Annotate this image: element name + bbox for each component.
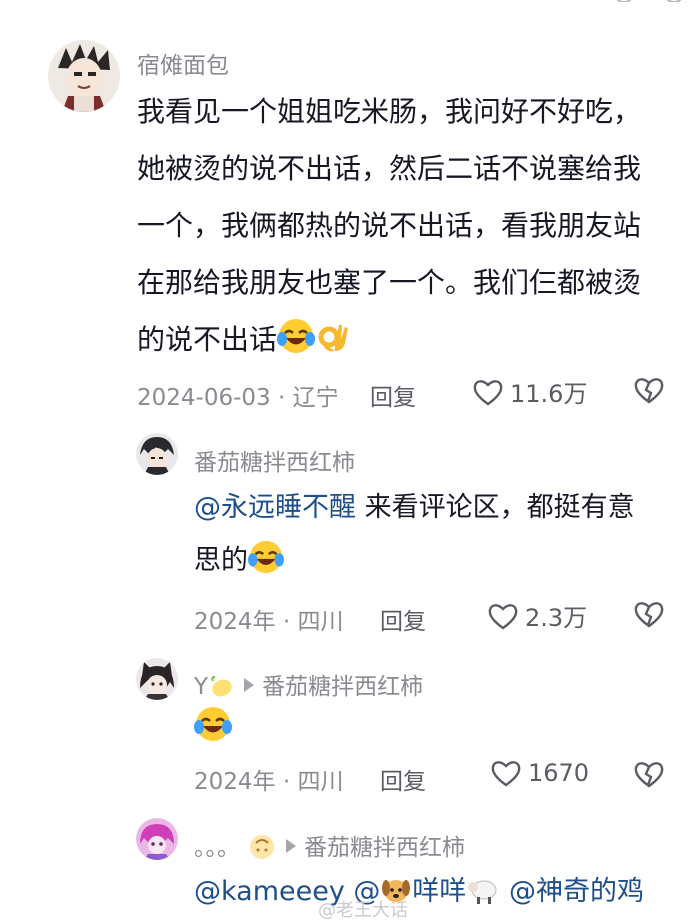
dislike-broken-heart-icon[interactable]	[633, 759, 665, 793]
lemon-emoji	[208, 674, 234, 706]
reply-button[interactable]: 回复	[380, 762, 426, 796]
like-count: 1670	[528, 759, 590, 787]
heart-icon	[491, 761, 521, 787]
reply-username[interactable]: Y 番茄糖拌西红柿	[194, 667, 423, 706]
comment-line: 一个，我俩都热的说不出话，看我朋友站	[137, 209, 642, 242]
laughing-crying-emoji	[277, 317, 316, 374]
dislike-broken-heart-icon[interactable]	[633, 375, 665, 409]
like-button[interactable]: 2.3万	[487, 598, 587, 633]
avatar[interactable]	[136, 818, 178, 860]
laughing-crying-emoji	[248, 539, 284, 593]
comment-username[interactable]: 宿傩面包	[137, 46, 229, 80]
comment-line: 我看见一个姐姐吃米肠，我问好不好吃，	[137, 95, 642, 128]
heart-icon	[488, 603, 518, 629]
like-button[interactable]: 1670	[490, 758, 589, 788]
comment-date-location: 2024-06-03 · 辽宁	[137, 385, 339, 411]
reply-text: @kameeey @ 咩咩 @神奇的鸡	[194, 865, 644, 924]
mention-link[interactable]: @神奇的鸡	[500, 876, 644, 907]
reply-username[interactable]: 番茄糖拌西红柿	[194, 443, 355, 477]
laughing-crying-emoji	[194, 705, 232, 747]
reply-arrow-icon	[286, 839, 296, 853]
upside-down-face-emoji	[248, 833, 276, 867]
watermark: @老王大话	[318, 900, 408, 921]
reply-arrow-icon	[244, 678, 255, 692]
avatar[interactable]	[136, 433, 178, 475]
like-count: 2.3万	[525, 604, 588, 632]
reply-date-location: 2024年 · 四川	[194, 609, 344, 635]
reply-username[interactable]: 。。。 番茄糖拌西红柿	[194, 828, 465, 867]
reply-button[interactable]: 回复	[370, 378, 416, 412]
sheep-emoji	[466, 871, 500, 924]
like-button[interactable]: 11.6万	[472, 374, 587, 409]
comment-line: 她被烫的说不出话，然后二话不说塞给我	[137, 152, 642, 185]
mention-link[interactable]: @永远睡不醒	[194, 492, 356, 523]
avatar[interactable]	[48, 40, 120, 112]
avatar[interactable]	[136, 658, 178, 700]
reply-button[interactable]: 回复	[380, 602, 426, 636]
comment-text: 我看见一个姐姐吃米肠，我问好不好吃， 她被烫的说不出话，然后二话不说塞给我 一个…	[137, 83, 667, 374]
reply-text: @永远睡不醒 来看评论区，都挺有意 思的	[194, 481, 674, 593]
dislike-broken-heart-icon[interactable]	[633, 599, 665, 633]
comment-line: 的说不出话	[137, 311, 667, 374]
top-partial-icons	[600, 0, 690, 3]
heart-icon	[473, 379, 503, 405]
reply-text	[194, 705, 232, 747]
ok-hand-emoji	[315, 317, 353, 374]
comment-line: 在那给我朋友也塞了一个。我们仨都被烫	[137, 266, 642, 299]
reply-date-location: 2024年 · 四川	[194, 769, 344, 795]
like-count: 11.6万	[510, 380, 588, 408]
